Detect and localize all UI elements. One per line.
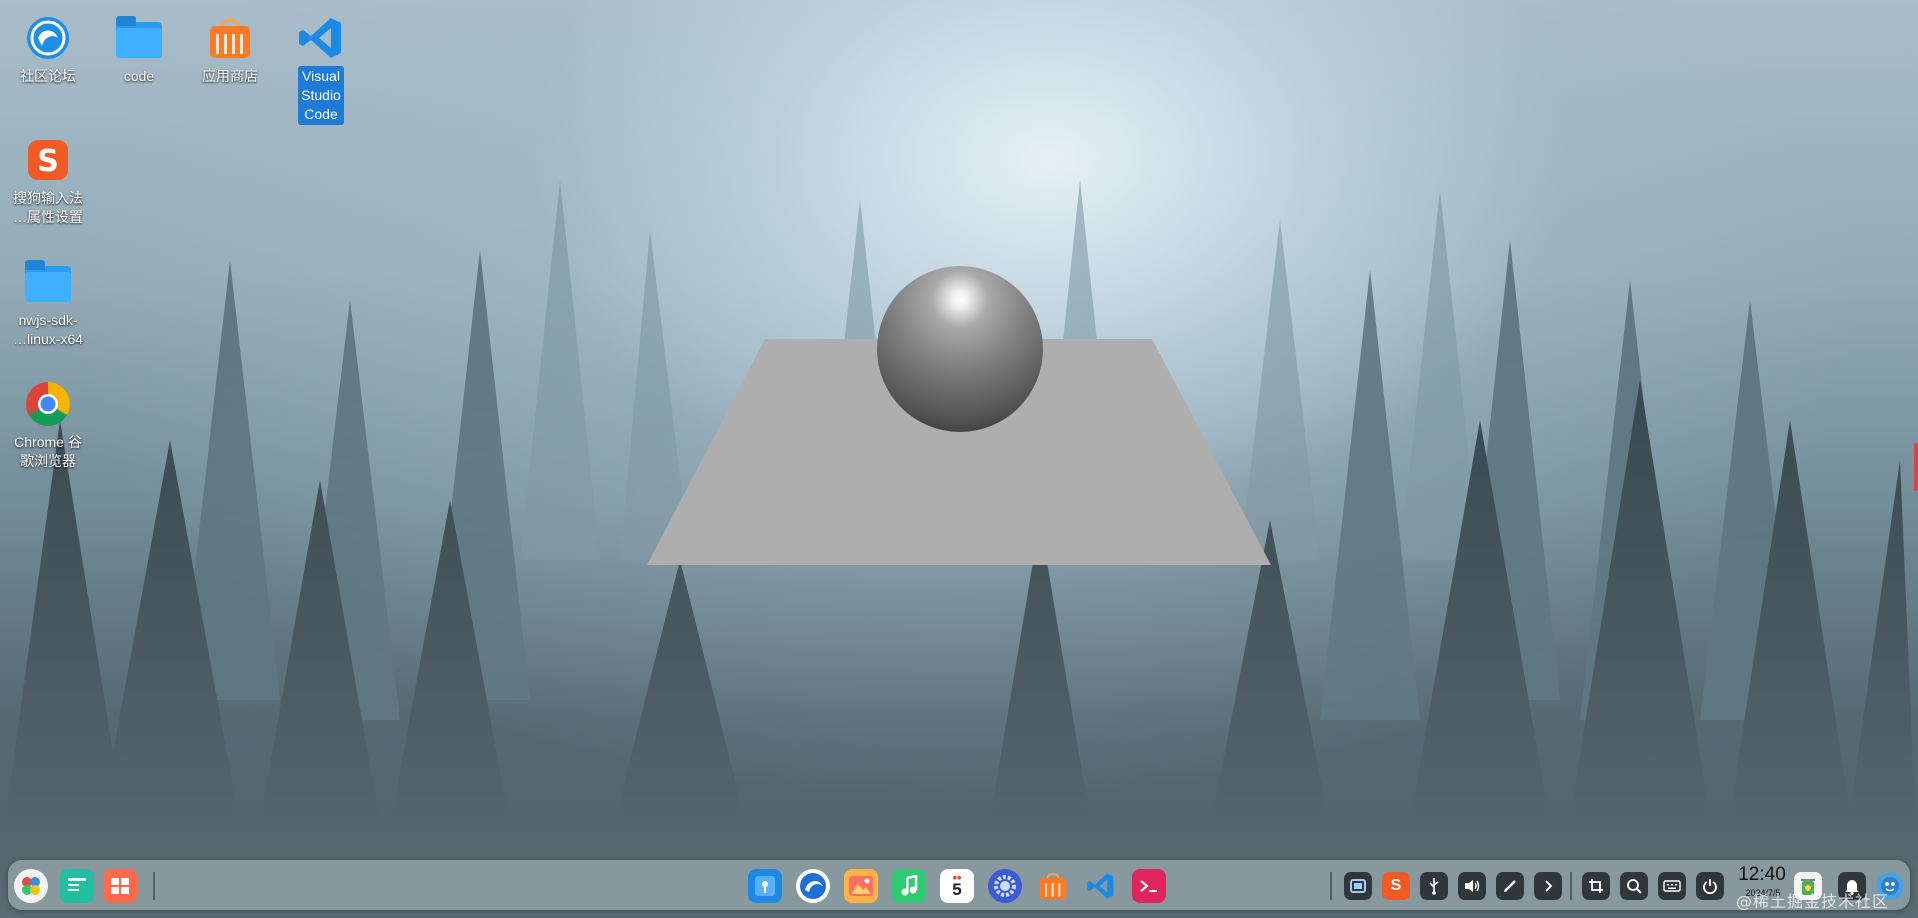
desktop-icon-nwjs-folder[interactable]: nwjs-sdk- …linux-x64 [5, 258, 91, 350]
deepin-forum-icon [24, 14, 72, 62]
desktop-icon-sogou-settings[interactable]: S 搜狗输入法 …属性设置 [5, 136, 91, 228]
search-icon[interactable] [1620, 872, 1648, 900]
sogou-glyph: S [1390, 877, 1402, 894]
taskbar-divider [1330, 872, 1332, 900]
app-store-icon[interactable] [1036, 869, 1070, 903]
image-viewer-icon[interactable] [844, 869, 878, 903]
svg-text:S: S [37, 144, 59, 179]
sphere [877, 266, 1043, 432]
desktop-icon-vscode[interactable]: Visual Studio Code [278, 14, 364, 125]
desktop-icon-label: 应用商店 [202, 68, 258, 84]
edge-handle[interactable] [1914, 443, 1918, 491]
pen-icon[interactable] [1496, 872, 1524, 900]
crop-icon[interactable] [1582, 872, 1610, 900]
desktop-icon-label: Chrome 谷 歌浏览器 [14, 434, 82, 469]
desktop-icon-label: 搜狗输入法 …属性设置 [13, 190, 83, 225]
browser-icon[interactable] [796, 869, 830, 903]
desktop-icon-label: Visual Studio Code [298, 66, 344, 125]
taskbar: ●● 5 S [8, 860, 1910, 910]
desktop-icon-forum[interactable]: 社区论坛 [5, 14, 91, 87]
three-scene [647, 339, 1271, 565]
screenshot-icon[interactable] [1344, 872, 1372, 900]
watermark-text: @稀土掘金技术社区 [1736, 892, 1890, 911]
usb-icon[interactable] [1420, 872, 1448, 900]
settings-icon[interactable] [988, 869, 1022, 903]
workspace-icon[interactable] [103, 869, 137, 903]
keyboard-icon[interactable] [1658, 872, 1686, 900]
sogou-icon: S [24, 136, 72, 184]
multitasking-view-icon[interactable] [60, 869, 94, 903]
folder-icon [115, 14, 163, 62]
calendar-day: 5 [952, 879, 962, 899]
desktop-icon-chrome[interactable]: Chrome 谷 歌浏览器 [5, 380, 91, 472]
vscode-icon [297, 14, 345, 62]
chrome-icon [24, 380, 72, 428]
launcher-icon[interactable] [14, 869, 48, 903]
desktop-icon-label: nwjs-sdk- …linux-x64 [12, 312, 84, 347]
taskbar-divider [1570, 872, 1572, 900]
taskbar-divider [153, 872, 155, 900]
desktop-icon-code-folder[interactable]: code [96, 14, 182, 87]
sogou-tray-icon[interactable]: S [1382, 872, 1410, 900]
clock-time[interactable]: 12:40 [1734, 864, 1790, 886]
power-icon[interactable] [1696, 872, 1724, 900]
music-icon[interactable] [892, 869, 926, 903]
desktop-icon-app-store[interactable]: 应用商店 [187, 14, 273, 87]
desktop-icon-label: code [123, 68, 155, 84]
volume-icon[interactable] [1458, 872, 1486, 900]
calendar-icon[interactable]: ●● 5 [940, 869, 974, 903]
app-store-icon [206, 14, 254, 62]
folder-icon [24, 258, 72, 306]
vscode-icon[interactable] [1084, 869, 1118, 903]
desktop-icon-label: 社区论坛 [20, 68, 76, 84]
expand-arrow-icon[interactable] [1534, 872, 1562, 900]
file-manager-icon[interactable] [748, 869, 782, 903]
terminal-icon[interactable] [1132, 869, 1166, 903]
